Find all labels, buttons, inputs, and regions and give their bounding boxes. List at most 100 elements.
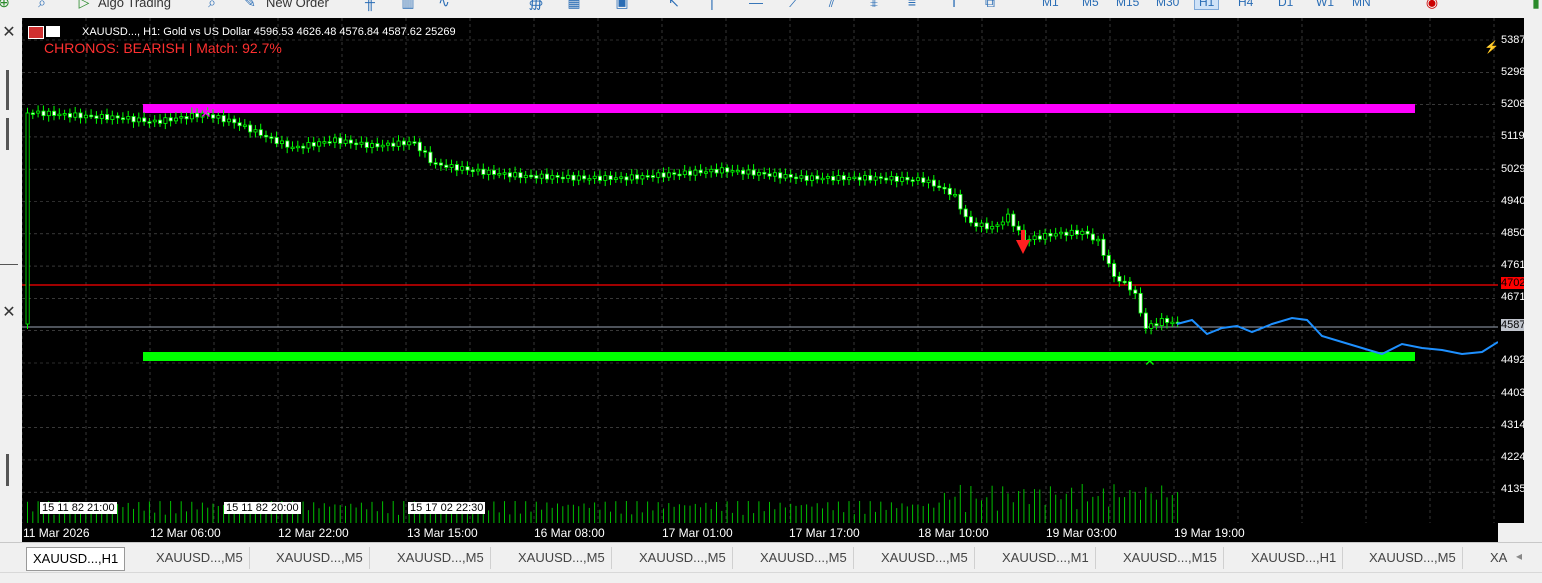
- play-icon[interactable]: ▷: [76, 0, 92, 10]
- candle-chart-icon[interactable]: ▥: [400, 0, 416, 10]
- chart-header: XAUUSD..., H1: Gold vs US Dollar 4596.53…: [82, 26, 456, 38]
- candle-body: [62, 113, 67, 116]
- candle-body: [778, 172, 783, 179]
- fibonacci-icon[interactable]: ⩨: [866, 0, 882, 10]
- right-panel-bar: [1524, 18, 1542, 542]
- candle-body: [619, 176, 624, 179]
- candle-body: [454, 164, 459, 171]
- panel-splitter[interactable]: [6, 70, 9, 110]
- chart-tab[interactable]: XAUUSD...,M5: [1363, 547, 1463, 569]
- candle-body: [555, 175, 560, 178]
- chart-tab[interactable]: XAUUSD...,M5: [391, 547, 491, 569]
- timeframe-d1[interactable]: D1: [1278, 0, 1293, 9]
- timeframe-h4[interactable]: H4: [1238, 0, 1253, 9]
- chart-tab[interactable]: XAUUSD...,M5: [633, 547, 733, 569]
- time-label: 12 Mar 06:00: [150, 526, 221, 540]
- candle-body: [136, 117, 141, 123]
- panel-splitter[interactable]: [6, 454, 9, 486]
- candle-body: [152, 119, 157, 123]
- price-axis[interactable]: 5387.45 5298.00 5208.55 5119.10 5029.65 …: [1498, 18, 1524, 523]
- price-chart[interactable]: ✕ ✕ ⚡ XAUUSD..., H1: Gold vs US Dollar 4…: [22, 18, 1498, 523]
- candle-body: [550, 175, 555, 180]
- cursor-icon[interactable]: ↖: [666, 0, 682, 10]
- new-order-icon[interactable]: ✎: [242, 0, 258, 10]
- signal-icon[interactable]: ▮: [1528, 0, 1542, 10]
- algo-trading-button[interactable]: Algo Trading: [98, 0, 171, 10]
- candle-body: [698, 169, 703, 174]
- candle-body: [1128, 281, 1133, 291]
- candle-body: [560, 176, 565, 180]
- candle-body: [391, 142, 396, 147]
- line-chart-icon[interactable]: ∿: [436, 0, 452, 10]
- candle-body: [438, 162, 443, 166]
- timeframe-m30[interactable]: M30: [1156, 0, 1179, 9]
- candle-body: [672, 172, 677, 175]
- candle-body: [539, 173, 544, 179]
- timeframe-m5[interactable]: M5: [1082, 0, 1099, 9]
- timeframe-w1[interactable]: W1: [1316, 0, 1334, 9]
- chart-tab[interactable]: XAUUSD...,M5: [875, 547, 975, 569]
- new-order-button[interactable]: New Order: [266, 0, 329, 10]
- candle-body: [741, 169, 746, 175]
- candle-body: [953, 194, 958, 197]
- candle-body: [348, 139, 353, 144]
- price-label: 5029.65: [1501, 163, 1524, 175]
- chart-tab[interactable]: XAUUSD...,H1: [1245, 547, 1344, 569]
- candle-body: [417, 141, 422, 152]
- candle-body: [810, 175, 815, 181]
- candle-body: [486, 169, 491, 175]
- candle-body: [1106, 255, 1111, 265]
- screenshot-icon[interactable]: ▣: [614, 0, 630, 10]
- candle-body: [725, 167, 730, 173]
- panel-splitter[interactable]: [6, 118, 9, 150]
- candle-body: [290, 146, 295, 150]
- candle-body: [624, 176, 629, 181]
- vertical-line-icon[interactable]: |: [704, 0, 720, 10]
- horizontal-line-icon[interactable]: —: [748, 0, 764, 10]
- chart-tab[interactable]: XAUUSD...,H1: [26, 547, 126, 571]
- shapes-icon[interactable]: ⧉: [982, 0, 998, 10]
- timeframe-mn[interactable]: MN: [1352, 0, 1371, 9]
- timeframe-m1[interactable]: M1: [1042, 0, 1059, 9]
- candle-body: [523, 174, 528, 179]
- candle-body: [110, 115, 115, 120]
- scroll-left-icon[interactable]: ◂: [1516, 549, 1522, 563]
- text-tool-icon[interactable]: T: [946, 0, 962, 10]
- candlesticks: [25, 105, 1180, 335]
- chart-tab[interactable]: XAUUSD...,M5: [270, 547, 370, 569]
- chart-tab[interactable]: XAUUSD...,M1: [996, 547, 1096, 569]
- chart-tab[interactable]: XAUUSD...,M5: [512, 547, 612, 569]
- timeframe-m15[interactable]: M15: [1116, 0, 1139, 9]
- candle-body: [629, 174, 634, 181]
- timeframe-h1[interactable]: H1: [1194, 0, 1220, 10]
- trendline-icon[interactable]: ⟋: [786, 0, 802, 10]
- templates-icon[interactable]: ▦: [566, 0, 582, 10]
- fibo-fan-icon[interactable]: ≡: [904, 0, 920, 10]
- candle-body: [1000, 221, 1005, 226]
- candle-body: [799, 175, 804, 179]
- chart-tab[interactable]: XAUUSD...,M5: [150, 547, 250, 569]
- candle-body: [831, 176, 836, 181]
- bar-chart-icon[interactable]: ╫: [362, 0, 378, 10]
- candle-body: [979, 222, 984, 227]
- zoom-out-icon[interactable]: ⌕: [204, 0, 220, 10]
- add-icon[interactable]: ⊕: [0, 0, 12, 10]
- candle-body: [338, 137, 343, 144]
- support-zone: [143, 352, 1415, 361]
- zoom-in-icon[interactable]: ⌕: [34, 0, 50, 10]
- candle-body: [147, 121, 152, 124]
- chart-tab[interactable]: XAUUSD...,M15: [1117, 547, 1224, 569]
- time-axis[interactable]: 11 Mar 2026 12 Mar 06:00 12 Mar 22:00 13…: [22, 523, 1498, 542]
- candle-body: [995, 224, 1000, 227]
- candle-body: [820, 177, 825, 181]
- close-icon[interactable]: ✕: [0, 304, 18, 322]
- indicators-icon[interactable]: ∰: [528, 0, 544, 10]
- candle-body: [645, 175, 650, 178]
- candle-body: [412, 141, 417, 144]
- account-icon[interactable]: ◉: [1424, 0, 1440, 10]
- close-icon[interactable]: ✕: [0, 24, 18, 42]
- channel-icon[interactable]: ⫽: [824, 0, 840, 10]
- chart-tab[interactable]: XAUUSD...,M5: [754, 547, 854, 569]
- candle-body: [1080, 230, 1085, 235]
- chart-tab[interactable]: XA: [1484, 547, 1513, 569]
